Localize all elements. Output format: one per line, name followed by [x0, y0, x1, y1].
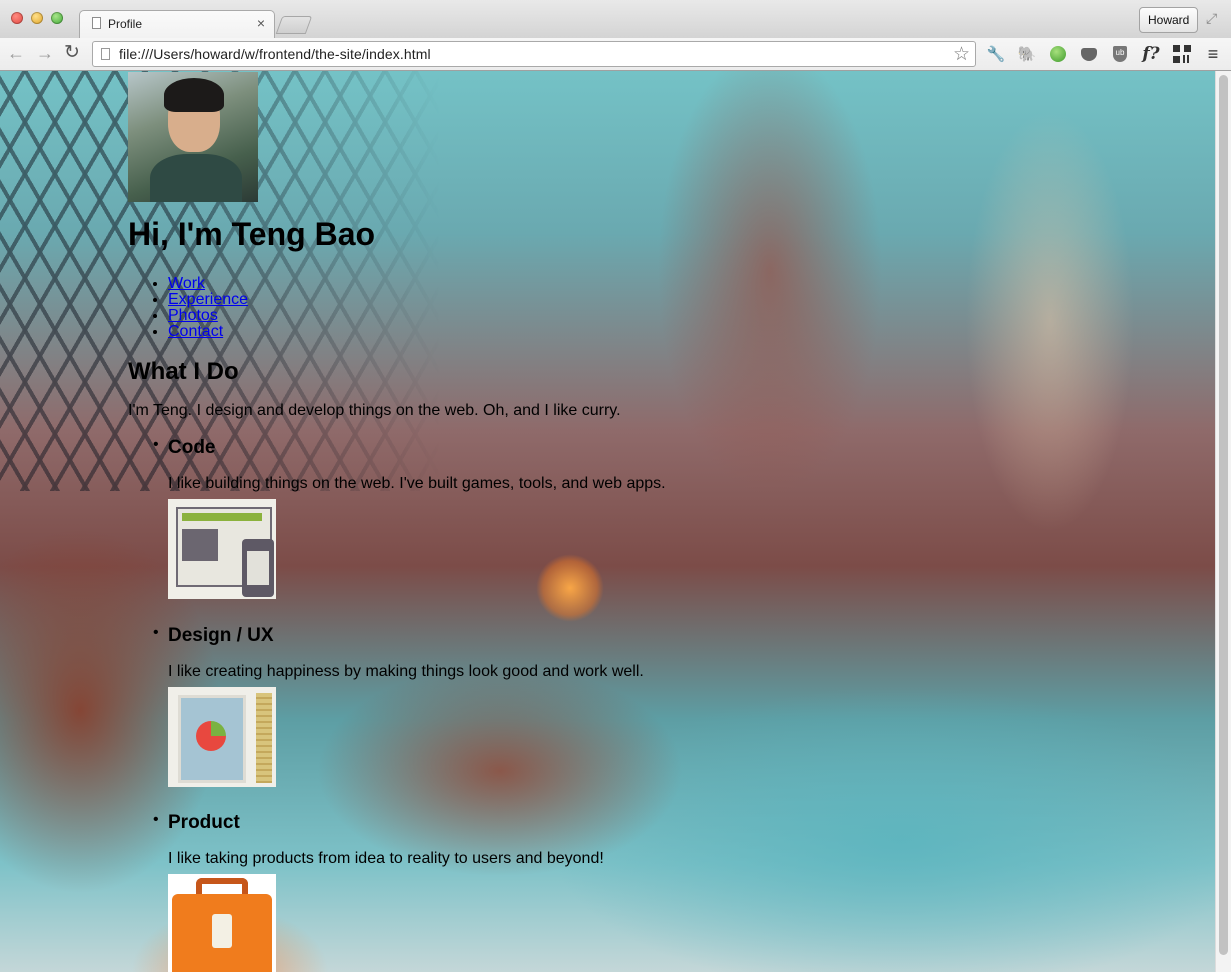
skill-title: Code: [168, 437, 216, 458]
globe-icon[interactable]: [1047, 43, 1069, 65]
page-favicon-icon: [92, 17, 101, 29]
scrollbar-thumb[interactable]: [1219, 75, 1228, 955]
profile-button[interactable]: Howard: [1139, 7, 1199, 33]
page-icon: [101, 48, 110, 60]
skill-item-code: Code I like building things on the web. …: [153, 436, 788, 599]
reload-icon[interactable]: ↻: [64, 43, 80, 63]
browser-tab-active[interactable]: Profile ×: [79, 10, 275, 38]
address-bar[interactable]: file:///Users/howard/w/frontend/the-site…: [92, 41, 976, 67]
vertical-scrollbar[interactable]: [1215, 71, 1231, 972]
nav-link-experience[interactable]: Experience: [168, 291, 248, 308]
nav-item-contact: Contact: [168, 324, 248, 340]
intro-text: I'm Teng. I design and develop things on…: [128, 402, 621, 419]
nav-link-contact[interactable]: Contact: [168, 323, 223, 340]
skill-item-product: Product I like taking products from idea…: [153, 811, 788, 972]
bookmark-star-icon[interactable]: ☆: [953, 43, 970, 66]
forward-arrow-icon[interactable]: →: [36, 43, 54, 63]
briefcase-icon: [168, 874, 276, 972]
skill-description: I like building things on the web. I've …: [168, 475, 666, 492]
page-viewport[interactable]: Hi, I'm Teng Bao Work Experience Photos …: [0, 71, 1215, 972]
address-bar-url[interactable]: file:///Users/howard/w/frontend/the-site…: [119, 46, 431, 62]
evernote-icon[interactable]: 🐘: [1016, 43, 1038, 65]
nav-item-work: Work: [168, 276, 248, 292]
ublock-icon[interactable]: ub: [1109, 43, 1131, 65]
skill-description: I like creating happiness by making thin…: [168, 663, 644, 680]
browser-toolbar: ← → ↻ file:///Users/howard/w/frontend/th…: [0, 38, 1231, 71]
pocket-icon[interactable]: [1078, 43, 1100, 65]
window-maximize-button[interactable]: [51, 12, 63, 24]
skill-item-design: Design / UX I like creating happiness by…: [153, 624, 788, 787]
nav-item-photos: Photos: [168, 308, 248, 324]
devices-icon: [168, 499, 276, 599]
site-nav: Work Experience Photos Contact: [128, 276, 248, 340]
page-title: Hi, I'm Teng Bao: [128, 216, 376, 252]
window-close-button[interactable]: [11, 12, 23, 24]
qr-code-icon[interactable]: [1171, 43, 1193, 65]
font-finder-icon[interactable]: f?: [1140, 43, 1162, 65]
hamburger-menu-icon[interactable]: ≡: [1202, 43, 1224, 65]
wrench-icon[interactable]: 🔧: [985, 43, 1007, 65]
profile-avatar: [128, 72, 258, 202]
new-tab-button[interactable]: [275, 16, 313, 34]
back-arrow-icon[interactable]: ←: [7, 43, 25, 63]
skill-title: Design / UX: [168, 625, 274, 646]
browser-titlebar: Profile × Howard ⤢: [0, 0, 1231, 38]
design-document-icon: [168, 687, 276, 787]
nav-link-work[interactable]: Work: [168, 275, 205, 292]
window-minimize-button[interactable]: [31, 12, 43, 24]
section-heading: What I Do: [128, 358, 239, 385]
fullscreen-icon[interactable]: ⤢: [1206, 10, 1217, 27]
tab-close-icon[interactable]: ×: [257, 15, 265, 31]
skill-description: I like taking products from idea to real…: [168, 850, 604, 867]
tab-title: Profile: [108, 17, 143, 31]
nav-link-photos[interactable]: Photos: [168, 307, 218, 324]
skill-title: Product: [168, 812, 240, 833]
nav-item-experience: Experience: [168, 292, 248, 308]
